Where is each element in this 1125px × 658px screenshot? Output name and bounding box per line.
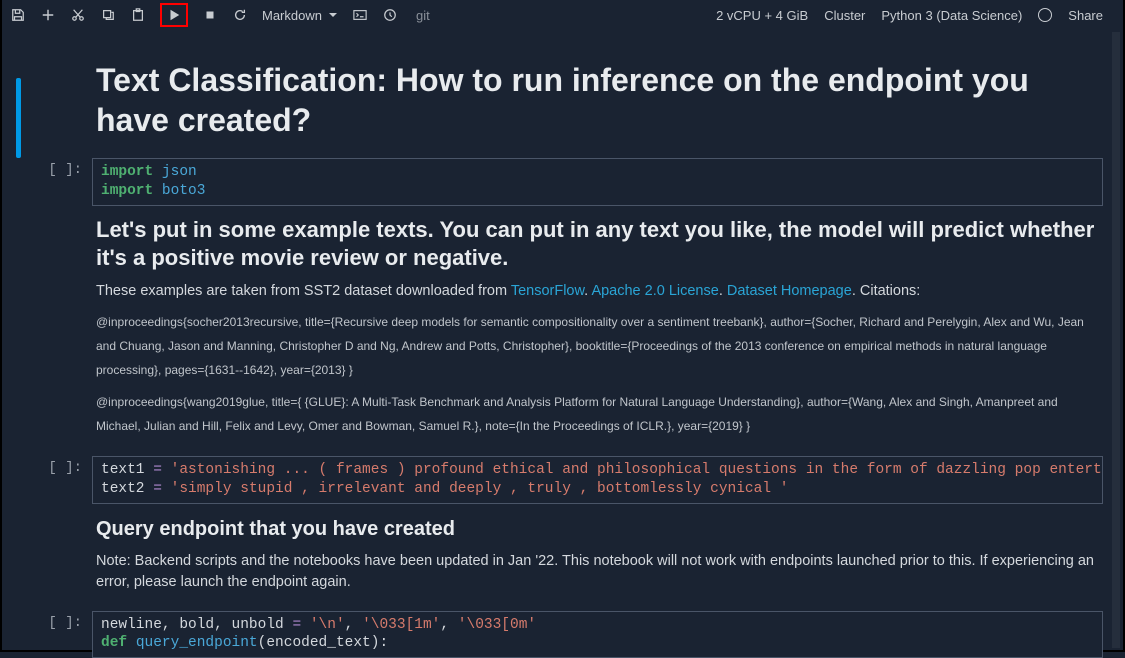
license-link[interactable]: Apache 2.0 License xyxy=(591,283,718,299)
run-icon[interactable] xyxy=(166,7,182,23)
toolbar: Markdown git 2 vCPU + 4 GiB Cluster Pyth… xyxy=(2,0,1123,30)
resources-label[interactable]: 2 vCPU + 4 GiB xyxy=(716,8,808,23)
terminal-icon[interactable] xyxy=(352,7,368,23)
prompt: [ ]: xyxy=(32,456,92,476)
markdown-cell-query[interactable]: Query endpoint that you have created Not… xyxy=(96,518,1096,593)
markdown-cell-intro[interactable]: Let's put in some example texts. You can… xyxy=(96,216,1096,438)
add-icon[interactable] xyxy=(40,7,56,23)
save-icon[interactable] xyxy=(10,7,26,23)
paste-icon[interactable] xyxy=(130,7,146,23)
citation-1: @inproceedings{socher2013recursive, titl… xyxy=(96,310,1096,382)
dataset-link[interactable]: Dataset Homepage xyxy=(727,283,852,299)
prompt: [ ]: xyxy=(32,158,92,178)
git-label[interactable]: git xyxy=(416,8,430,23)
code-editor[interactable]: newline, bold, unbold = '\n', '\033[1m',… xyxy=(92,611,1103,658)
page-title: Text Classification: How to run inferenc… xyxy=(96,60,1096,140)
code-cell-1[interactable]: [ ]: import json import boto3 xyxy=(32,158,1103,206)
query-heading: Query endpoint that you have created xyxy=(96,518,1096,541)
cut-icon[interactable] xyxy=(70,7,86,23)
citation-2: @inproceedings{wang2019glue, title={ {GL… xyxy=(96,390,1096,438)
share-button[interactable]: Share xyxy=(1068,8,1103,23)
notebook-area: Text Classification: How to run inferenc… xyxy=(2,30,1123,658)
stop-icon[interactable] xyxy=(202,7,218,23)
chevron-down-icon xyxy=(328,10,338,20)
markdown-cell-title[interactable]: Text Classification: How to run inferenc… xyxy=(96,60,1096,140)
tensorflow-link[interactable]: TensorFlow xyxy=(511,283,584,299)
intro-heading: Let's put in some example texts. You can… xyxy=(96,216,1096,273)
active-cell-marker xyxy=(16,78,21,158)
scrollbar[interactable] xyxy=(1112,32,1120,648)
run-button-highlight xyxy=(160,3,188,27)
schedule-icon[interactable] xyxy=(382,7,398,23)
copy-icon[interactable] xyxy=(100,7,116,23)
code-editor[interactable]: import json import boto3 xyxy=(92,158,1103,206)
code-cell-2[interactable]: [ ]: text1 = 'astonishing ... ( frames )… xyxy=(32,456,1103,504)
intro-paragraph: These examples are taken from SST2 datas… xyxy=(96,281,1096,302)
query-note: Note: Backend scripts and the notebooks … xyxy=(96,551,1096,593)
prompt: [ ]: xyxy=(32,611,92,631)
celltype-dropdown[interactable]: Markdown xyxy=(262,8,338,23)
code-cell-3[interactable]: [ ]: newline, bold, unbold = '\n', '\033… xyxy=(32,611,1103,658)
restart-icon[interactable] xyxy=(232,7,248,23)
cluster-label[interactable]: Cluster xyxy=(824,8,865,23)
code-editor[interactable]: text1 = 'astonishing ... ( frames ) prof… xyxy=(92,456,1103,504)
celltype-label: Markdown xyxy=(262,8,322,23)
kernel-label[interactable]: Python 3 (Data Science) xyxy=(881,8,1022,23)
kernel-status-icon[interactable] xyxy=(1038,8,1052,22)
